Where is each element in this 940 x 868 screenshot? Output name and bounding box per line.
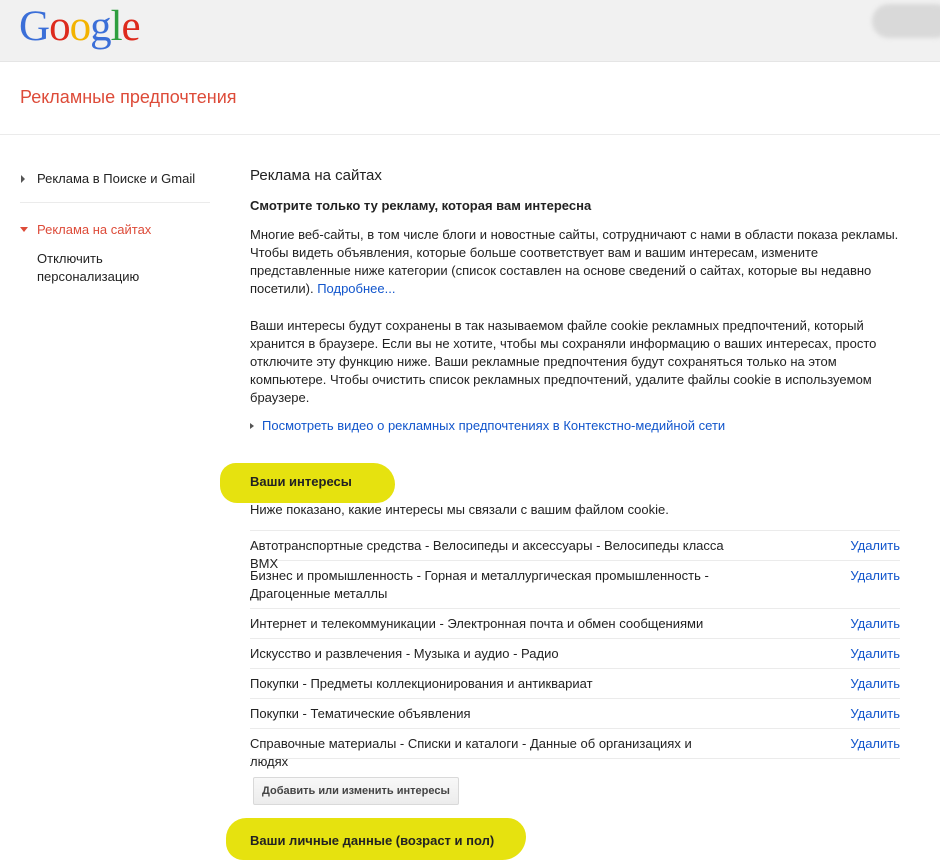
account-area-redacted (872, 4, 940, 38)
sidebar-item-site-ads[interactable]: Реклама на сайтах (37, 221, 151, 239)
table-row: Искусство и развлечения - Музыка и аудио… (250, 639, 900, 669)
table-row: Покупки - Тематические объявления Удалит… (250, 699, 900, 729)
sidebar-item-search-gmail-ads[interactable]: Реклама в Поиске и Gmail (37, 170, 195, 188)
logo-letter: o (69, 3, 91, 50)
interest-label: Справочные материалы - Списки и каталоги… (250, 736, 692, 769)
interests-table: Автотранспортные средства - Велосипеды и… (250, 530, 900, 769)
remove-link[interactable]: Удалить (850, 567, 900, 585)
video-link[interactable]: Посмотреть видео о рекламных предпочтени… (262, 418, 725, 433)
interest-label: Покупки - Тематические объявления (250, 706, 471, 721)
remove-link[interactable]: Удалить (850, 675, 900, 693)
intro-paragraph: Многие веб-сайты, в том числе блоги и но… (250, 226, 910, 298)
section-title: Реклама на сайтах (250, 167, 382, 184)
interest-label: Бизнес и промышленность - Горная и метал… (250, 568, 709, 601)
table-row: Покупки - Предметы коллекционирования и … (250, 669, 900, 699)
logo-letter: g (90, 3, 111, 50)
section-heading: Смотрите только ту рекламу, которая вам … (250, 198, 592, 213)
table-row: Автотранспортные средства - Велосипеды и… (250, 531, 900, 571)
edit-interests-button[interactable]: Добавить или изменить интересы (253, 777, 459, 805)
collapse-arrow-icon (20, 227, 28, 232)
remove-link[interactable]: Удалить (850, 537, 900, 555)
personal-data-heading: Ваши личные данные (возраст и пол) (250, 833, 495, 848)
remove-link[interactable]: Удалить (850, 645, 900, 663)
expand-arrow-icon (21, 175, 25, 183)
sidebar-divider (20, 202, 210, 203)
video-link-row[interactable]: Посмотреть видео о рекламных предпочтени… (250, 418, 725, 433)
more-info-link[interactable]: Подробнее... (317, 281, 395, 296)
play-arrow-icon (250, 422, 254, 429)
interest-label: Искусство и развлечения - Музыка и аудио… (250, 646, 559, 661)
interest-label: Покупки - Предметы коллекционирования и … (250, 676, 593, 691)
table-row: Бизнес и промышленность - Горная и метал… (250, 561, 900, 609)
remove-link[interactable]: Удалить (850, 615, 900, 633)
interests-intro: Ниже показано, какие интересы мы связали… (250, 502, 669, 517)
logo-letter: G (19, 3, 50, 50)
sidebar-item-disable-personalization[interactable]: Отключить персонализацию (37, 250, 157, 286)
google-logo[interactable]: Google (19, 3, 141, 51)
table-row: Справочные материалы - Списки и каталоги… (250, 729, 900, 769)
remove-link[interactable]: Удалить (850, 705, 900, 723)
interest-label: Интернет и телекоммуникации - Электронна… (250, 616, 704, 631)
logo-letter: e (121, 3, 141, 50)
top-bar: Google (0, 0, 940, 62)
logo-letter: l (110, 3, 123, 50)
page-title: Рекламные предпочтения (20, 87, 237, 107)
logo-letter: o (49, 3, 70, 50)
interests-heading: Ваши интересы (250, 474, 352, 489)
table-row: Интернет и телекоммуникации - Электронна… (250, 609, 900, 639)
remove-link[interactable]: Удалить (850, 735, 900, 753)
cookie-paragraph: Ваши интересы будут сохранены в так назы… (250, 318, 877, 405)
